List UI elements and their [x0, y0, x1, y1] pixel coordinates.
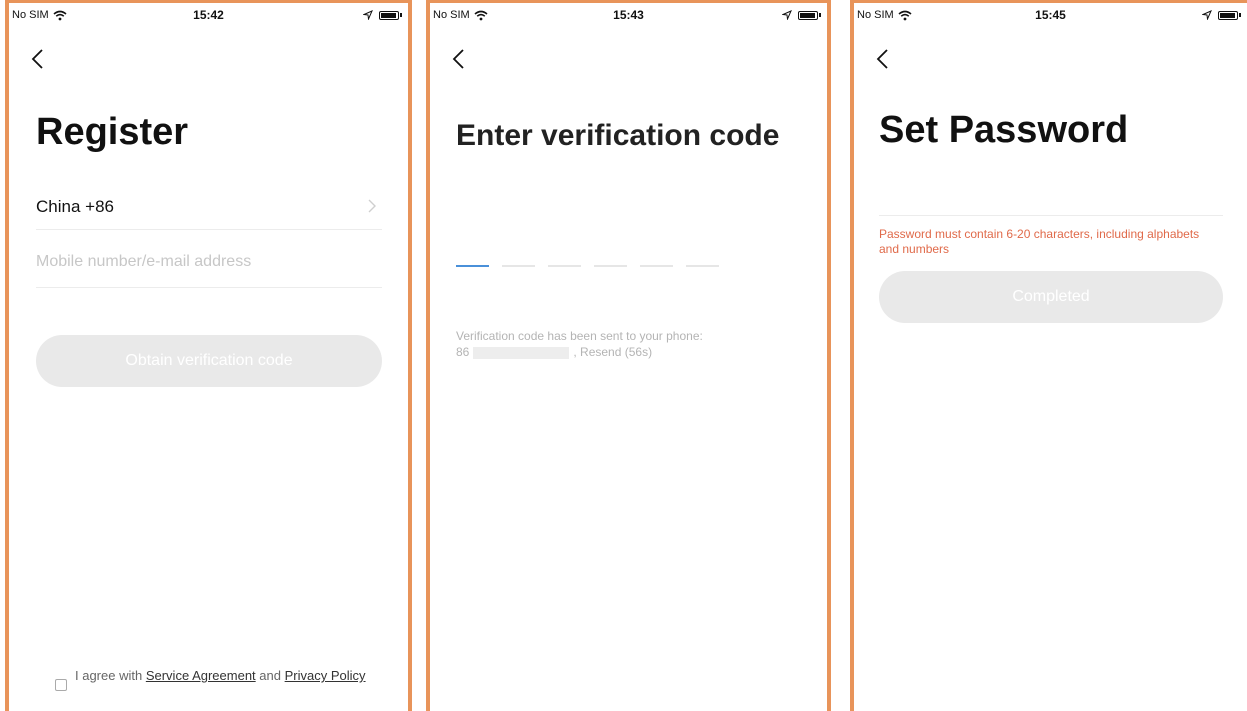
code-digit-slot[interactable] [548, 265, 581, 267]
set-password-screen: No SIM 15:45 Set Password Password must … [850, 0, 1247, 711]
register-screen: No SIM 15:42 Register China +86 Obtain v… [5, 0, 412, 711]
agreement: I agree with Service Agreement and Priva… [55, 668, 375, 691]
code-digit-slot[interactable] [502, 265, 535, 267]
location-arrow-icon [1202, 10, 1212, 20]
back-chevron-icon[interactable] [450, 47, 470, 71]
password-rule-error: Password must contain 6-20 characters, i… [879, 227, 1200, 256]
checkbox-icon[interactable] [55, 679, 67, 691]
battery-icon [798, 10, 818, 20]
location-arrow-icon [782, 10, 792, 20]
chevron-right-icon [368, 199, 376, 213]
status-bar: No SIM 15:42 [9, 3, 408, 27]
password-field-row [879, 179, 1223, 216]
code-digit-slot[interactable] [686, 265, 719, 267]
verification-code-input[interactable] [456, 265, 719, 267]
code-digit-slot[interactable] [456, 265, 489, 267]
battery-icon [379, 10, 399, 20]
resend-link[interactable]: , Resend (56s) [573, 345, 652, 359]
page-title: Register [36, 111, 189, 153]
country-label: China +86 [36, 197, 114, 216]
status-time: 15:43 [613, 8, 644, 22]
masked-phone-number [473, 346, 570, 359]
service-agreement-link[interactable]: Service Agreement [146, 668, 256, 683]
page-title: Set Password [879, 109, 1129, 151]
password-input[interactable] [879, 179, 1223, 209]
page-title: Enter verification code [456, 119, 780, 152]
verification-screen: No SIM 15:43 Enter verification code Ver… [426, 0, 831, 711]
country-selector[interactable]: China +86 [36, 191, 382, 230]
battery-icon [1218, 10, 1238, 20]
status-time: 15:42 [193, 8, 224, 22]
mobile-field-row [36, 249, 382, 288]
privacy-policy-link[interactable]: Privacy Policy [285, 668, 366, 683]
mobile-input[interactable] [36, 249, 382, 275]
status-bar: No SIM 15:45 [854, 3, 1247, 27]
code-sent-hint: Verification code has been sent to your … [456, 329, 703, 359]
obtain-code-button[interactable]: Obtain verification code [36, 335, 382, 387]
agreement-text: I agree with Service Agreement and Priva… [75, 668, 366, 683]
status-bar: No SIM 15:43 [430, 3, 827, 27]
code-digit-slot[interactable] [594, 265, 627, 267]
location-arrow-icon [363, 10, 373, 20]
status-time: 15:45 [1035, 8, 1066, 22]
back-chevron-icon[interactable] [29, 47, 49, 71]
back-chevron-icon[interactable] [874, 47, 894, 71]
code-digit-slot[interactable] [640, 265, 673, 267]
completed-button[interactable]: Completed [879, 271, 1223, 323]
